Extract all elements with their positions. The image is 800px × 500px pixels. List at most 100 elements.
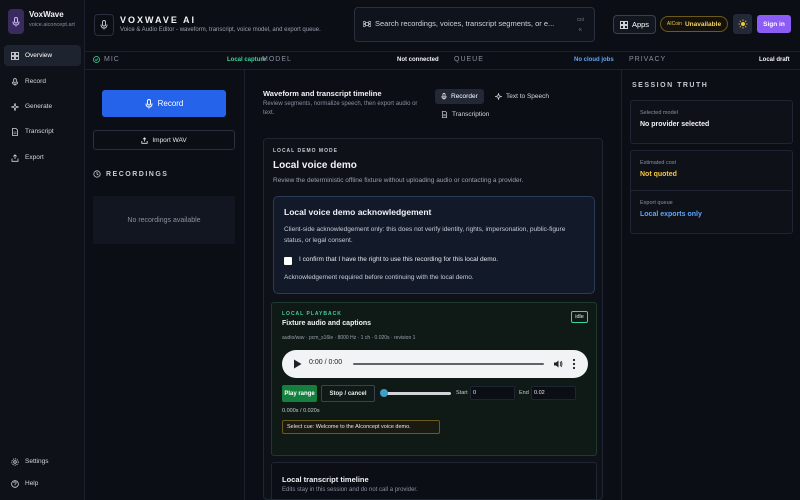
playback-title: Fixture audio and captions xyxy=(282,320,372,327)
play-icon[interactable] xyxy=(293,359,302,369)
start-input[interactable] xyxy=(470,386,515,400)
command-icon xyxy=(363,20,371,28)
nav-item-settings[interactable]: Settings xyxy=(4,451,81,472)
app-subtitle: Voice & Audio Editor - waveform, transcr… xyxy=(120,27,321,33)
nav-item-export[interactable]: Export xyxy=(4,147,81,168)
history-icon xyxy=(93,170,101,178)
mic-icon xyxy=(11,77,19,86)
nav-label: Generate xyxy=(25,103,53,110)
status-mic-value: Local capture xyxy=(227,57,267,63)
nav-item-transcript[interactable]: Transcript xyxy=(4,121,81,142)
sparkle-icon xyxy=(11,102,19,111)
more-options-icon[interactable] xyxy=(572,358,576,370)
document-icon xyxy=(12,127,18,136)
nav-item-overview[interactable]: Overview xyxy=(4,45,81,66)
status-model-value: Not connected xyxy=(397,57,439,63)
acknowledgement-box: Local voice demo acknowledgement Client-… xyxy=(273,196,595,294)
ack-checkbox[interactable] xyxy=(284,257,292,265)
demo-subtitle: Review the deterministic offline fixture… xyxy=(273,177,524,184)
status-queue: QUEUE xyxy=(454,56,484,63)
playback-tag: LOCAL PLAYBACK xyxy=(282,311,342,317)
nav-item-generate[interactable]: Generate xyxy=(4,96,81,117)
export-queue-value: Local exports only xyxy=(640,211,702,218)
demo-mode-tag: LOCAL DEMO MODE xyxy=(273,148,338,154)
app-title: VOXWAVE AI xyxy=(120,15,197,25)
end-input[interactable] xyxy=(531,386,576,400)
recordings-heading: RECORDINGS xyxy=(93,170,168,178)
help-icon xyxy=(11,479,19,488)
stop-cancel-button[interactable]: Stop / cancel xyxy=(321,385,375,402)
export-icon xyxy=(11,153,19,162)
nav-label: Transcript xyxy=(25,128,54,135)
nav-label: Settings xyxy=(25,458,49,465)
timeline-subtitle: Edits stay in this session and do not ca… xyxy=(282,487,418,493)
volume-icon[interactable] xyxy=(553,359,563,369)
grid-icon xyxy=(11,51,19,60)
search-shortcut: Ctrl K xyxy=(577,17,584,32)
import-wav-button[interactable]: Import WAV xyxy=(93,130,235,150)
selected-model-card: Selected model No provider selected xyxy=(630,100,793,144)
local-demo-card: LOCAL DEMO MODE Local voice demo Review … xyxy=(263,138,603,500)
main-subtitle: Review segments, normalize speech, then … xyxy=(263,101,418,116)
tab-recorder[interactable]: Recorder xyxy=(435,89,484,104)
player-seek-bar[interactable] xyxy=(353,363,544,365)
nav-label: Overview xyxy=(25,52,53,59)
recordings-panel: Record Import WAV RECORDINGS No recordin… xyxy=(85,70,245,500)
sun-icon xyxy=(738,19,747,29)
range-slider-track[interactable] xyxy=(383,392,451,395)
upload-icon xyxy=(141,136,148,144)
search-input[interactable] xyxy=(375,19,565,28)
status-privacy-value: Local draft xyxy=(759,57,790,63)
header-mic-icon xyxy=(94,14,114,36)
record-button[interactable]: Record xyxy=(102,90,226,117)
check-shield-icon xyxy=(93,56,100,63)
nav-item-help[interactable]: Help xyxy=(4,473,81,494)
tab-text-to-speech[interactable]: Text to Speech xyxy=(489,89,555,104)
range-slider-thumb[interactable] xyxy=(380,389,388,397)
credit-status-badge[interactable]: AICoin Unavailable xyxy=(660,16,728,32)
brand[interactable]: VoxWave voice.aiconcept.art xyxy=(4,6,81,39)
status-mic: MIC xyxy=(93,56,120,63)
demo-title: Local voice demo xyxy=(273,160,357,171)
transcript-timeline-card: Local transcript timeline Edits stay in … xyxy=(271,462,597,499)
apps-button[interactable]: Apps xyxy=(613,15,656,34)
nav-item-record[interactable]: Record xyxy=(4,71,81,92)
status-strip: MIC Local capture MODEL Not connected QU… xyxy=(85,52,800,70)
brand-url: voice.aiconcept.art xyxy=(29,22,75,28)
theme-toggle-button[interactable] xyxy=(733,14,752,34)
select-cue-button[interactable]: Select cue: Welcome to the AIconcept voi… xyxy=(282,420,440,434)
sparkle-icon xyxy=(495,93,502,100)
nav-label: Export xyxy=(25,154,44,161)
grid-icon xyxy=(620,20,628,29)
mic-icon xyxy=(145,98,153,108)
audio-player[interactable]: 0:00 / 0:00 xyxy=(282,350,588,378)
main-title: Waveform and transcript timeline xyxy=(263,89,382,98)
sign-in-button[interactable]: Sign in xyxy=(757,15,791,33)
status-queue-value: No cloud jobs xyxy=(574,57,614,63)
top-header: VOXWAVE AI Voice & Audio Editor - wavefo… xyxy=(85,0,800,52)
selected-model-value: No provider selected xyxy=(640,121,710,128)
end-label: End xyxy=(519,390,529,396)
ack-body: Client-side acknowledgement only: this d… xyxy=(284,226,566,244)
main-panel: Waveform and transcript timeline Review … xyxy=(253,78,613,500)
document-icon xyxy=(441,111,448,118)
tab-transcription[interactable]: Transcription xyxy=(435,107,495,122)
range-readout: 0.000s / 0.020s xyxy=(282,408,320,414)
ack-title: Local voice demo acknowledgement xyxy=(284,207,432,217)
playback-meta: audio/wav · pcm_s16le · 8000 Hz · 1 ch ·… xyxy=(282,335,416,341)
sidebar: VoxWave voice.aiconcept.art Overview Rec… xyxy=(0,0,85,500)
estimated-cost-value: Not quoted xyxy=(640,171,677,178)
import-label: Import WAV xyxy=(152,136,187,144)
brand-name: VoxWave xyxy=(29,10,64,19)
status-privacy: PRIVACY xyxy=(629,56,667,63)
nav-label: Help xyxy=(25,480,39,487)
ack-checkbox-label[interactable]: I confirm that I have the right to use t… xyxy=(299,256,498,263)
play-range-button[interactable]: Play range xyxy=(282,385,317,402)
start-label: Start xyxy=(456,390,468,396)
export-queue-card: Export queue Local exports only xyxy=(630,190,793,234)
record-label: Record xyxy=(157,99,184,108)
player-time: 0:00 / 0:00 xyxy=(309,359,343,366)
credit-status: Unavailable xyxy=(684,20,722,28)
estimated-cost-card: Estimated cost Not quoted xyxy=(630,150,793,194)
search-box[interactable]: Ctrl K xyxy=(354,7,595,42)
